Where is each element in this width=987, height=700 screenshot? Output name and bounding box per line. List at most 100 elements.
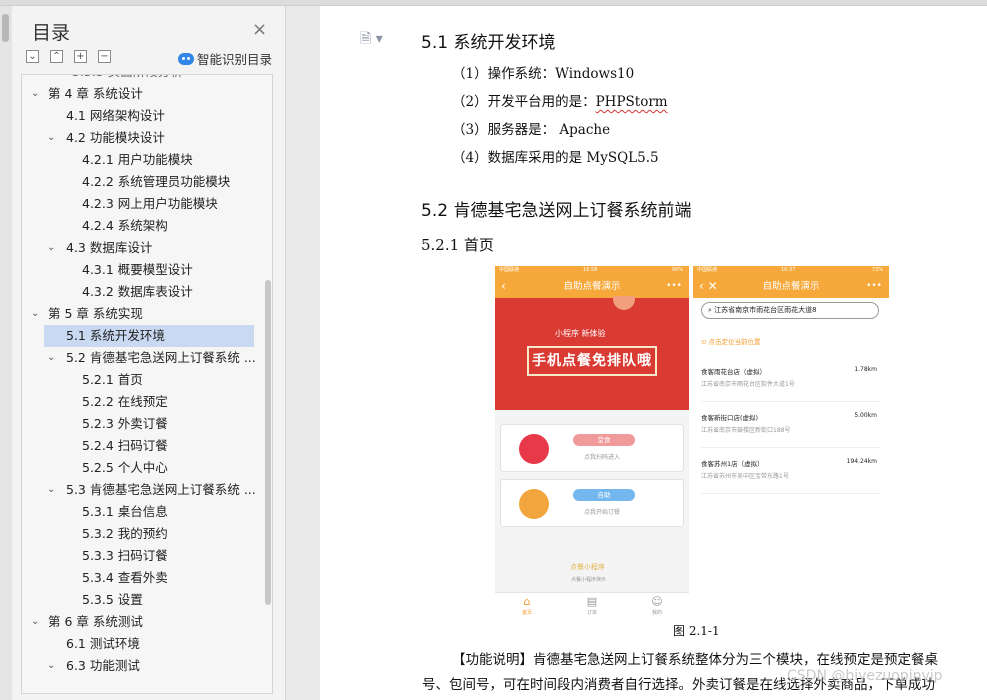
status-bar: 中国联通 16:58 90% bbox=[495, 266, 689, 275]
chevron-down-icon[interactable]: ⌄ bbox=[31, 309, 41, 319]
env-line-2: （2）开发平台用的是：PHPStorm bbox=[452, 90, 668, 110]
toc-item[interactable]: ⌄ 4.2 功能模块设计 bbox=[22, 127, 262, 149]
toc-item-label: 5.2 肯德基宅急送网上订餐系统 ... bbox=[66, 350, 256, 365]
chevron-down-icon[interactable]: ⌄ bbox=[47, 485, 57, 495]
self-order-sub: 点我开始订餐 bbox=[584, 509, 621, 516]
toc-item[interactable]: ⌄ 6.3 功能测试 bbox=[22, 655, 262, 677]
shop-name: 食客雨花台店（虚拟） bbox=[701, 368, 766, 376]
toc-item-label: 5.2.4 扫码订餐 bbox=[82, 438, 168, 453]
heading-5-1: 5.1 系统开发环境 bbox=[421, 33, 556, 53]
toc-item-label: 第 5 章 系统实现 bbox=[48, 306, 143, 321]
toc-item[interactable]: 4.2.4 系统架构 bbox=[22, 215, 262, 237]
toc-tree: 5.3.3 页面阶段分析 ⌄ 第 4 章 系统设计 4.1 网络架构设计 ⌄ 4.2 功… bbox=[21, 74, 273, 694]
battery: 90% bbox=[671, 267, 683, 273]
dine-in-card: 堂食 点我扫码进入 bbox=[500, 424, 684, 472]
toc-item[interactable]: 5.3.4 查看外卖 bbox=[22, 567, 262, 589]
more-icon: ••• bbox=[666, 281, 682, 291]
carrier: 中国联通 bbox=[697, 267, 718, 273]
toc-item[interactable]: 5.3.5 设置 bbox=[22, 589, 262, 611]
tab-mine-label: 我的 bbox=[651, 610, 662, 616]
toc-item[interactable]: 5.2.4 扫码订餐 bbox=[22, 435, 262, 457]
heading-5-2-1: 5.2.1 首页 bbox=[421, 236, 494, 254]
toc-item[interactable]: 6.1 测试环境 bbox=[22, 633, 262, 655]
add-icon[interactable]: + bbox=[74, 50, 87, 63]
toc-scrollbar[interactable] bbox=[265, 280, 271, 605]
toc-item[interactable]: 5.2.3 外卖订餐 bbox=[22, 413, 262, 435]
env-line-3: （3）服务器是： Apache bbox=[452, 122, 611, 138]
shop-distance: 194.24km bbox=[846, 458, 877, 465]
toc-item-label: 6.1 测试环境 bbox=[66, 636, 140, 651]
chevron-down-icon[interactable]: ⌄ bbox=[47, 243, 57, 253]
toc-item-label: 5.3.4 查看外卖 bbox=[82, 570, 168, 585]
close-icon[interactable]: × bbox=[252, 19, 267, 40]
address-search: ⌕ 江苏省南京市雨花台区雨花大道8 bbox=[701, 302, 879, 319]
toc-item-label: 5.1 系统开发环境 bbox=[66, 328, 165, 343]
app-logo: 点餐小程序 bbox=[570, 563, 605, 571]
toc-item[interactable]: 5.2.1 首页 bbox=[22, 369, 262, 391]
collapse-all-icon[interactable]: ⌃ bbox=[50, 50, 63, 63]
toc-item-label: 5.3.2 我的预约 bbox=[82, 526, 168, 541]
toc-item-label: 4.2 功能模块设计 bbox=[66, 130, 165, 145]
chevron-down-icon[interactable]: ⌄ bbox=[47, 661, 57, 671]
toc-item-label: 4.3.1 概要模型设计 bbox=[82, 262, 193, 277]
toc-item[interactable]: 4.3.1 概要模型设计 bbox=[22, 259, 262, 281]
toc-item-label: 4.2.3 网上用户功能模块 bbox=[82, 196, 218, 211]
app-logo-sub: 点餐小程序演示 bbox=[571, 577, 607, 583]
smart-recognize-button[interactable]: 智能识别目录 bbox=[178, 49, 272, 68]
toc-panel: 目录 × ⌄ ⌃ + − 智能识别目录 5.3.3 页面阶段分析 ⌄ 第 4 章 … bbox=[12, 6, 286, 700]
toc-item[interactable]: ⌄ 5.2 肯德基宅急送网上订餐系统 ... bbox=[22, 347, 262, 369]
chevron-down-icon[interactable]: ⌄ bbox=[31, 617, 41, 627]
env-line-2-text: （2）开发平台用的是： bbox=[452, 94, 596, 110]
left-scrollbar[interactable] bbox=[0, 6, 12, 700]
toc-item[interactable]: 5.3.2 我的预约 bbox=[22, 523, 262, 545]
chevron-down-icon[interactable]: ⌄ bbox=[31, 89, 41, 99]
toc-item[interactable]: 5.3.3 扫码订餐 bbox=[22, 545, 262, 567]
locate-link: ⊙ 点击定位当前位置 bbox=[701, 336, 761, 346]
toc-item[interactable]: 4.2.3 网上用户功能模块 bbox=[22, 193, 262, 215]
toc-item[interactable]: 4.2.2 系统管理员功能模块 bbox=[22, 171, 262, 193]
toc-item[interactable]: ⌄ 4.3 数据库设计 bbox=[22, 237, 262, 259]
toc-item-label: 5.3.3 扫码订餐 bbox=[82, 548, 168, 563]
toc-item-label: 4.3 数据库设计 bbox=[66, 240, 153, 255]
remove-icon[interactable]: − bbox=[98, 50, 111, 63]
toc-item[interactable]: 4.3.2 数据库表设计 bbox=[22, 281, 262, 303]
toc-item[interactable]: ⌄ 5.3 肯德基宅急送网上订餐系统 ... bbox=[22, 479, 262, 501]
toc-item[interactable]: 5.3.1 桌台信息 bbox=[22, 501, 262, 523]
left-scroll-thumb[interactable] bbox=[2, 14, 9, 42]
toc-item[interactable]: 5.2.2 在线预定 bbox=[22, 391, 262, 413]
tab-mine: ☺ 我的 bbox=[642, 595, 672, 616]
target-icon: ⊙ bbox=[701, 338, 709, 346]
chevron-down-icon[interactable]: ⌄ bbox=[47, 133, 57, 143]
toc-item-label: 4.2.4 系统架构 bbox=[82, 218, 168, 233]
app-window: 目录 × ⌄ ⌃ + − 智能识别目录 5.3.3 页面阶段分析 ⌄ 第 4 章 … bbox=[0, 0, 987, 700]
document-options-icon[interactable]: 🗎 ▾ bbox=[360, 28, 383, 52]
tab-home-label: 首页 bbox=[521, 610, 532, 616]
nav-title: 自助点餐演示 bbox=[762, 281, 820, 292]
flower-decoration bbox=[613, 296, 635, 310]
toc-item-label: 5.3 肯德基宅急送网上订餐系统 ... bbox=[66, 482, 256, 497]
toc-item-label: 4.2.2 系统管理员功能模块 bbox=[82, 174, 231, 189]
orders-icon: ▤ bbox=[586, 595, 598, 608]
toc-item[interactable]: ⌄ 第 4 章 系统设计 bbox=[22, 83, 262, 105]
ai-icon bbox=[178, 53, 194, 65]
figure-caption: 图 2.1-1 bbox=[673, 624, 720, 638]
tab-home: ⌂ 首页 bbox=[512, 595, 542, 616]
env-line-1: （1）操作系统：Windows10 bbox=[452, 66, 635, 82]
nav-bar: ‹ ✕ 自助点餐演示 ••• bbox=[693, 275, 889, 298]
toc-item[interactable]: 4.2.1 用户功能模块 bbox=[22, 149, 262, 171]
phone-store-list-screenshot: 中国联通 16:37 73% ‹ ✕ 自助点餐演示 ••• ⌕ 江苏省南京市雨花台区雨花… bbox=[693, 266, 889, 622]
toc-item-label: 第 6 章 系统测试 bbox=[48, 614, 143, 629]
toc-item-partial[interactable]: 5.3.3 页面阶段分析 bbox=[22, 75, 262, 83]
toc-item[interactable]: 5.2.5 个人中心 bbox=[22, 457, 262, 479]
expand-all-icon[interactable]: ⌄ bbox=[26, 50, 39, 63]
user-icon: ☺ bbox=[651, 595, 663, 608]
toc-item[interactable]: ⌄ 第 6 章 系统测试 bbox=[22, 611, 262, 633]
document-page: 🗎 ▾ 5.1 系统开发环境 （1）操作系统：Windows10 （2）开发平台… bbox=[320, 6, 987, 700]
shop-name: 食客新街口店(虚拟) bbox=[701, 414, 759, 422]
toc-item-label: 5.2.3 外卖订餐 bbox=[82, 416, 168, 431]
toc-item[interactable]: ⌄ 第 5 章 系统实现 bbox=[22, 303, 262, 325]
toc-item[interactable]: 5.1 系统开发环境 bbox=[44, 325, 254, 347]
toc-item[interactable]: 4.1 网络架构设计 bbox=[22, 105, 262, 127]
dine-in-button: 堂食 bbox=[573, 434, 635, 446]
chevron-down-icon[interactable]: ⌄ bbox=[47, 353, 57, 363]
